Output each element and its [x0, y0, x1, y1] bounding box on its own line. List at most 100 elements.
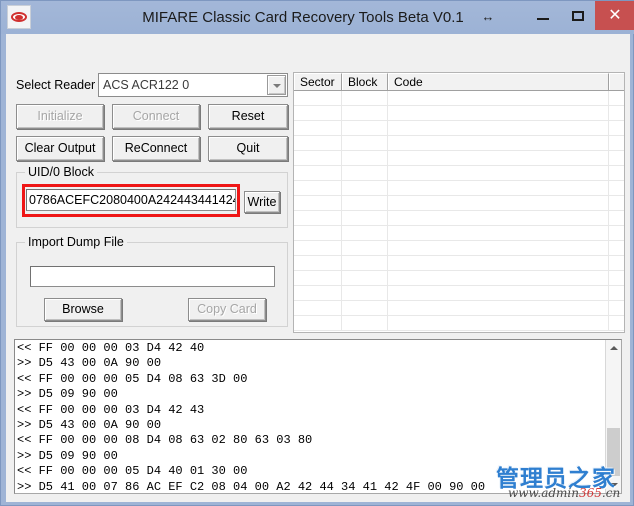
minimize-button[interactable]: [525, 1, 560, 30]
table-row[interactable]: [294, 286, 624, 301]
table-cell: [388, 151, 609, 166]
quit-button[interactable]: Quit: [208, 136, 288, 161]
table-cell: [342, 226, 388, 241]
table-row[interactable]: [294, 181, 624, 196]
grid-col-block[interactable]: Block: [342, 73, 388, 90]
table-cell: [342, 316, 388, 331]
log-line: << FF 00 00 00 03 D4 42 43: [17, 402, 205, 417]
log-line: >> D5 09 90 00: [17, 387, 118, 402]
clear-output-button[interactable]: Clear Output: [16, 136, 104, 161]
log-line: >> D5 41 00 07 86 AC EF C2 08 04 00 A2 4…: [17, 479, 486, 494]
table-cell: [388, 301, 609, 316]
resize-arrows-icon[interactable]: ↔: [479, 9, 497, 25]
table-cell: [388, 211, 609, 226]
reconnect-button[interactable]: ReConnect: [112, 136, 200, 161]
maximize-icon: [572, 11, 584, 21]
table-row[interactable]: [294, 196, 624, 211]
grid-col-filler: [609, 73, 624, 90]
minimize-icon: [537, 18, 549, 20]
table-row[interactable]: [294, 106, 624, 121]
table-row[interactable]: [294, 151, 624, 166]
table-cell: [294, 136, 342, 151]
uid-input[interactable]: 0786ACEFC2080400A242443441424F00: [26, 189, 236, 211]
table-cell: [609, 256, 624, 271]
table-cell: [609, 181, 624, 196]
table-row[interactable]: [294, 241, 624, 256]
table-row[interactable]: [294, 166, 624, 181]
table-cell: [609, 316, 624, 331]
table-cell: [294, 166, 342, 181]
copy-card-button[interactable]: Copy Card: [188, 298, 266, 321]
log-line: << FF 00 00 00 05 D4 08 63 3D 00: [17, 371, 248, 386]
table-cell: [294, 271, 342, 286]
select-reader-dropdown[interactable]: ACS ACR122 0: [98, 73, 288, 97]
grid-body: [294, 91, 624, 332]
log-scrollbar[interactable]: [605, 340, 621, 493]
table-cell: [609, 241, 624, 256]
table-cell: [342, 136, 388, 151]
table-cell: [388, 196, 609, 211]
browse-button[interactable]: Browse: [44, 298, 122, 321]
grid-header-row: Sector Block Code: [294, 73, 624, 91]
table-row[interactable]: [294, 91, 624, 106]
table-cell: [388, 316, 609, 331]
table-cell: [294, 256, 342, 271]
table-cell: [342, 286, 388, 301]
table-cell: [342, 256, 388, 271]
reset-button[interactable]: Reset: [208, 104, 288, 129]
log-output-panel[interactable]: << FF 00 00 00 03 D4 42 40 >> D5 43 00 0A…: [14, 339, 622, 494]
uid-block-group-title: UID/0 Block: [25, 165, 97, 179]
table-row[interactable]: [294, 256, 624, 271]
table-row[interactable]: [294, 301, 624, 316]
table-row[interactable]: [294, 121, 624, 136]
maximize-button[interactable]: [560, 1, 595, 30]
table-cell: [388, 106, 609, 121]
table-cell: [342, 211, 388, 226]
table-cell: [294, 196, 342, 211]
initialize-button[interactable]: Initialize: [16, 104, 104, 129]
table-row[interactable]: [294, 136, 624, 151]
table-row[interactable]: [294, 226, 624, 241]
write-button[interactable]: Write: [244, 191, 280, 213]
connect-button[interactable]: Connect: [112, 104, 200, 129]
log-text: << FF 00 00 00 03 D4 42 40 >> D5 43 00 0A…: [17, 341, 605, 494]
select-reader-label: Select Reader: [16, 78, 96, 92]
table-cell: [609, 301, 624, 316]
close-icon: ✕: [608, 7, 622, 24]
table-cell: [342, 91, 388, 106]
scrollbar-thumb[interactable]: [607, 428, 620, 476]
log-line: >> D5 09 90 00: [17, 448, 118, 463]
scroll-down-icon[interactable]: [606, 477, 621, 493]
grid-col-sector[interactable]: Sector: [294, 73, 342, 90]
title-bar: MIFARE Classic Card Recovery Tools Beta …: [1, 1, 634, 34]
dump-path-input[interactable]: [30, 266, 275, 287]
table-row[interactable]: [294, 316, 624, 331]
table-cell: [294, 91, 342, 106]
table-cell: [294, 211, 342, 226]
table-cell: [609, 211, 624, 226]
table-cell: [294, 301, 342, 316]
table-cell: [294, 286, 342, 301]
scroll-up-icon[interactable]: [606, 340, 621, 356]
table-cell: [609, 106, 624, 121]
table-cell: [609, 166, 624, 181]
table-cell: [609, 121, 624, 136]
table-row[interactable]: [294, 271, 624, 286]
table-cell: [388, 91, 609, 106]
window-frame: MIFARE Classic Card Recovery Tools Beta …: [0, 0, 634, 506]
table-cell: [294, 181, 342, 196]
application-window: MIFARE Classic Card Recovery Tools Beta …: [0, 0, 634, 506]
log-line: << FF 00 00 00 08 D4 08 63 02 80 63 03 8…: [17, 433, 313, 448]
close-button[interactable]: ✕: [595, 1, 634, 30]
table-cell: [342, 196, 388, 211]
table-cell: [294, 241, 342, 256]
grid-col-code[interactable]: Code: [388, 73, 609, 90]
chevron-down-icon[interactable]: [267, 75, 286, 95]
sector-block-grid[interactable]: Sector Block Code: [293, 72, 625, 333]
table-row[interactable]: [294, 211, 624, 226]
table-cell: [388, 286, 609, 301]
table-cell: [609, 226, 624, 241]
table-cell: [294, 151, 342, 166]
table-cell: [388, 241, 609, 256]
table-cell: [342, 151, 388, 166]
